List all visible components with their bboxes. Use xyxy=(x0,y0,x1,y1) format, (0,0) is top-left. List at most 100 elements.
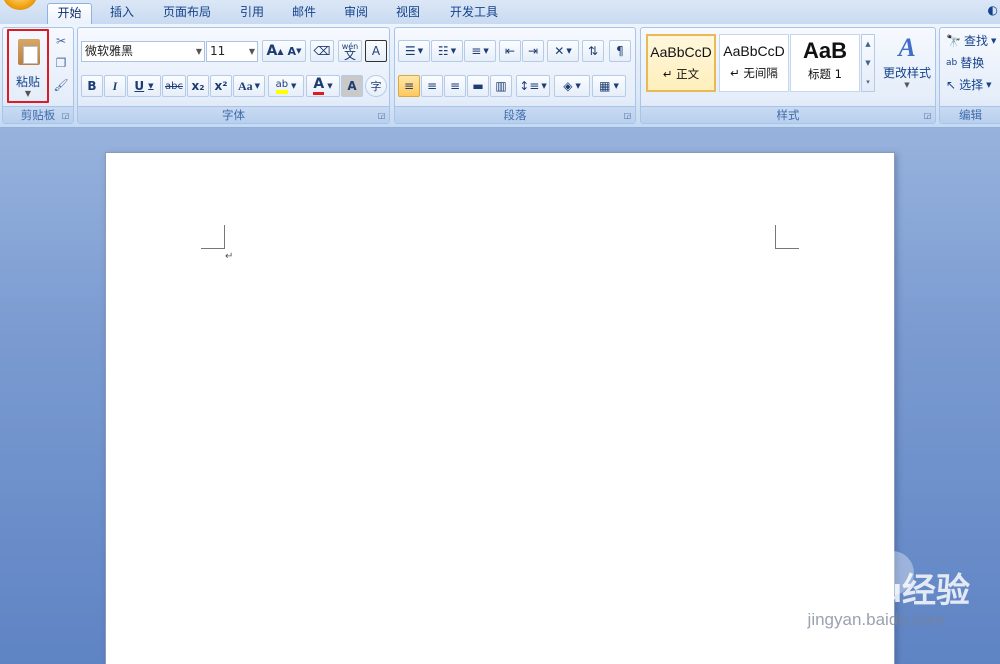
ribbon-tab-strip: 开始 插入 页面布局 引用 邮件 审阅 视图 开发工具 ◐ xyxy=(0,0,1000,24)
highlight-button[interactable]: ab ▼ xyxy=(268,75,304,97)
change-case-button[interactable]: Aa ▼ xyxy=(233,75,265,97)
char-shading-button[interactable]: A xyxy=(341,75,363,97)
clear-format-icon[interactable]: ⌫ xyxy=(310,40,334,62)
sort-icon[interactable]: ⇅ xyxy=(582,40,604,62)
select-button[interactable]: ↖ 选择 ▼ xyxy=(946,75,991,95)
phonetic-bottom: 文 xyxy=(343,48,356,62)
tab-review[interactable]: 审阅 xyxy=(334,3,378,24)
chevron-down-icon: ▼ xyxy=(24,89,32,98)
dialog-launcher-icon[interactable]: ◲ xyxy=(622,110,633,121)
change-case-icon: Aa xyxy=(237,78,253,93)
dialog-launcher-icon[interactable]: ◲ xyxy=(922,110,933,121)
style-name: ↵ 无间隔 xyxy=(730,66,778,80)
italic-button[interactable]: I xyxy=(104,75,126,97)
show-marks-icon[interactable]: ¶ xyxy=(609,40,631,62)
font-name-combo[interactable]: 微软雅黑 ▼ xyxy=(81,41,205,62)
enclose-char-button[interactable]: 字 xyxy=(365,75,387,97)
tab-view[interactable]: 视图 xyxy=(386,3,430,24)
superscript-icon: x² xyxy=(214,79,228,93)
paragraph-group: ☰ ▼ ☷ ▼ ≡ ▼ ⇤ ⇥ ✕ ▼ ⇅ ¶ ≡ ≡ ≡ ▬ ▥ ↕≡ ▼ ◈ ▼ ▦ ▼ … xyxy=(394,27,636,124)
paragraph-mark: ↵ xyxy=(225,251,234,262)
style-heading-1[interactable]: AaB 标题 1 xyxy=(790,34,860,92)
replace-icon: ab xyxy=(946,58,958,68)
shading-icon[interactable]: ◈ ▼ xyxy=(554,75,590,97)
clipboard-icon xyxy=(18,39,40,65)
tab-developer[interactable]: 开发工具 xyxy=(438,3,510,24)
align-center-icon[interactable]: ≡ xyxy=(421,75,443,97)
style-normal[interactable]: AaBbCcD ↵ 正文 xyxy=(646,34,716,92)
increase-indent-icon[interactable]: ⇥ xyxy=(522,40,544,62)
grow-shrink-font-buttons[interactable]: A ▲ A ▼ xyxy=(262,40,306,62)
chevron-down-icon: ▼ xyxy=(195,47,202,56)
bold-button[interactable]: B xyxy=(81,75,103,97)
dialog-launcher-icon[interactable]: ◲ xyxy=(60,110,71,121)
paragraph-group-label: 段落 xyxy=(395,106,635,123)
char-border-button[interactable]: A xyxy=(365,40,387,62)
chinese-layout-icon[interactable]: ✕ ▼ xyxy=(547,40,579,62)
enclose-char-icon: 字 xyxy=(370,80,382,93)
borders-icon[interactable]: ▦ ▼ xyxy=(592,75,626,97)
subscript-button[interactable]: x₂ xyxy=(187,75,209,97)
style-no-spacing[interactable]: AaBbCcD ↵ 无间隔 xyxy=(719,34,789,92)
style-sample: AaB xyxy=(802,38,847,63)
char-shading-icon: A xyxy=(347,79,357,93)
font-size-combo[interactable]: 11 ▼ xyxy=(206,41,258,62)
cursor-arrow-icon: ↖ xyxy=(946,78,957,92)
strikethrough-button[interactable]: abc xyxy=(162,75,186,97)
dialog-launcher-icon[interactable]: ◲ xyxy=(376,110,387,121)
style-name: ↵ 正文 xyxy=(662,67,700,81)
font-color-button[interactable]: A ▼ xyxy=(306,75,340,97)
style-gallery-scroll[interactable]: ▲ ▼ ▾ xyxy=(861,34,875,92)
grow-font-icon[interactable]: A xyxy=(267,43,278,59)
baidu-watermark: Baidu经验 jingyan.baidu.com xyxy=(808,551,970,630)
tab-mailings[interactable]: 邮件 xyxy=(282,3,326,24)
underline-button[interactable]: U ▼ xyxy=(127,75,161,97)
tab-home[interactable]: 开始 xyxy=(47,3,92,24)
styles-group: AaBbCcD ↵ 正文 AaBbCcD ↵ 无间隔 AaB 标题 1 ▲ ▼ ▾ … xyxy=(640,27,936,124)
font-name-value: 微软雅黑 xyxy=(85,44,134,58)
style-sample: AaBbCcD xyxy=(650,44,712,60)
cut-icon[interactable]: ✂ xyxy=(53,33,69,49)
multilevel-list-icon[interactable]: ≡ ▼ xyxy=(464,40,496,62)
justify-icon[interactable]: ▬ xyxy=(467,75,489,97)
font-group: 微软雅黑 ▼ 11 ▼ A ▲ A ▼ ⌫ wén 文 A B I U ▼ abc x… xyxy=(77,27,390,124)
ribbon: 粘贴 ▼ ✂ ❐ 🖌 剪贴板 ◲ 微软雅黑 ▼ 11 ▼ A ▲ A ▼ ⌫ wén… xyxy=(0,24,1000,128)
tab-page-layout[interactable]: 页面布局 xyxy=(152,3,222,24)
bullets-icon[interactable]: ☰ ▼ xyxy=(398,40,430,62)
select-label: 选择 xyxy=(959,78,984,92)
replace-button[interactable]: ab 替换 xyxy=(946,53,984,73)
line-spacing-icon[interactable]: ↕≡ ▼ xyxy=(516,75,550,97)
font-color-icon: A xyxy=(313,77,325,95)
shrink-font-icon[interactable]: A xyxy=(288,45,297,58)
decrease-indent-icon[interactable]: ⇤ xyxy=(499,40,521,62)
superscript-button[interactable]: x² xyxy=(210,75,232,97)
align-left-icon[interactable]: ≡ xyxy=(398,75,420,97)
subscript-icon: x₂ xyxy=(191,79,205,93)
editing-group: 🔭 查找 ▼ ab 替换 ↖ 选择 ▼ 编辑 xyxy=(939,27,1000,124)
italic-icon: I xyxy=(112,78,118,93)
paw-logo-icon xyxy=(869,551,914,595)
document-page[interactable]: ↵ xyxy=(105,152,895,664)
font-size-value: 11 xyxy=(210,44,226,58)
format-painter-icon[interactable]: 🖌 xyxy=(53,77,69,93)
copy-icon[interactable]: ❐ xyxy=(53,55,69,71)
paste-button[interactable]: 粘贴 ▼ xyxy=(7,29,49,103)
change-styles-label: 更改样式 xyxy=(882,66,931,80)
underline-icon: U xyxy=(134,79,145,93)
align-right-icon[interactable]: ≡ xyxy=(444,75,466,97)
strikethrough-icon: abc xyxy=(165,80,183,92)
margin-corner-top-left xyxy=(201,225,225,249)
find-button[interactable]: 🔭 查找 ▼ xyxy=(946,31,996,51)
bold-icon: B xyxy=(87,79,97,93)
tab-insert[interactable]: 插入 xyxy=(100,3,144,24)
distributed-icon[interactable]: ▥ xyxy=(490,75,512,97)
replace-label: 替换 xyxy=(960,56,985,70)
change-styles-button[interactable]: A 更改样式 ▼ xyxy=(881,32,933,102)
numbering-icon[interactable]: ☷ ▼ xyxy=(431,40,463,62)
tab-references[interactable]: 引用 xyxy=(230,3,274,24)
help-icon[interactable]: ◐ xyxy=(988,3,998,17)
chevron-down-icon: ▼ xyxy=(904,81,910,89)
phonetic-guide-button[interactable]: wén 文 xyxy=(338,40,362,62)
office-button-icon[interactable] xyxy=(2,0,38,10)
styles-group-label: 样式 xyxy=(641,106,935,123)
